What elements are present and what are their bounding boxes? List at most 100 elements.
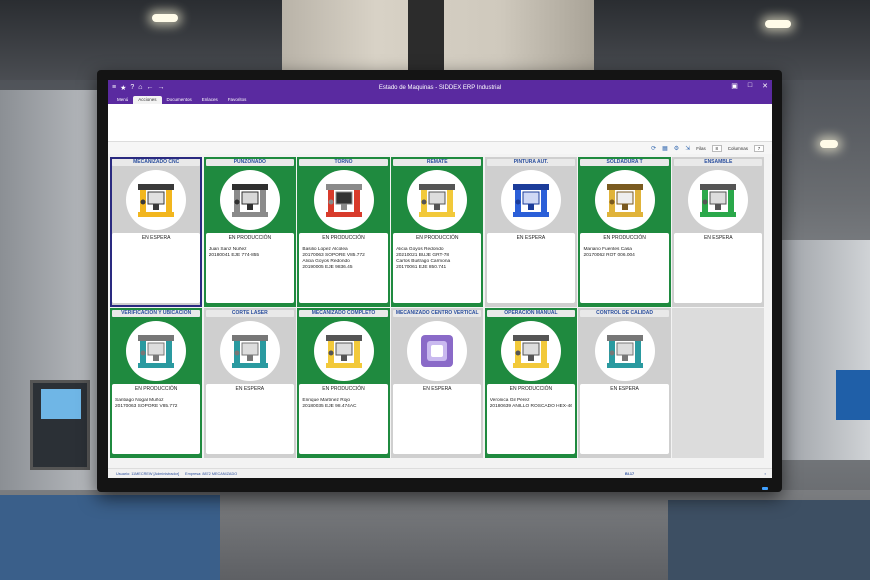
manual-machine-icon xyxy=(500,321,561,382)
punch-machine-icon xyxy=(219,170,280,230)
maximize-icon[interactable]: □ xyxy=(748,82,752,90)
machine-name: VERIFICACIÓN Y UBICACIÓN xyxy=(112,310,201,318)
rows-label: Filas xyxy=(696,145,706,151)
machine-tile[interactable]: MECANIZADO COMPLETO EN PRODUCCIÓN Enrique… xyxy=(297,308,390,459)
machine-tile[interactable]: PINTURA AUT. EN ESPERA xyxy=(484,157,578,307)
machine-info: EN ESPERA xyxy=(112,233,201,303)
machine-status: EN ESPERA xyxy=(422,386,452,393)
machine-info: EN PRODUCCIÓN Juan Sanz Núñez 20180041 EJE… xyxy=(205,233,294,303)
menu-bar: Menú Acciones Documentos Enlaces Favoritos xyxy=(108,95,772,104)
status-company: Empresa: 8872 MECANIZADO xyxy=(185,471,238,476)
black-pipe xyxy=(408,0,444,80)
machine-name: REMATE xyxy=(393,159,482,166)
window-title: Estado de Maquinas - SIDDEX ERP Industri… xyxy=(378,84,502,91)
title-bar: ≡ ★? ⌂ ← → Estado de Maquinas - SIDDEX ERP I… xyxy=(108,80,772,95)
cnc-machine-icon xyxy=(126,170,187,230)
refresh-icon[interactable]: ⟳ xyxy=(651,145,656,152)
machine-status: EN PRODUCCIÓN xyxy=(228,235,272,241)
export-icon[interactable]: ⇲ xyxy=(685,145,690,152)
machine-tile[interactable]: TORNO EN PRODUCCIÓN Basilio Lopez Alcolea… xyxy=(297,157,390,307)
workbench-right xyxy=(668,500,870,580)
cnc-control-panel xyxy=(30,380,90,470)
machine-status: EN PRODUCCIÓN xyxy=(509,386,553,393)
machine-info: EN PRODUCCIÓN Veronica Gil Pérez 20180639 … xyxy=(486,384,576,455)
machine-tile[interactable]: MECANIZADO CNC EN ESPERA xyxy=(110,157,203,307)
machine-tile[interactable]: PUNZONADO EN PRODUCCIÓN Juan Sanz Núñez 20… xyxy=(203,157,296,307)
machine-status: EN PRODUCCIÓN xyxy=(415,235,459,241)
machine-name: CORTE LASER xyxy=(205,310,294,318)
machine-tile[interactable]: CONTROL DE CALIDAD EN ESPERA xyxy=(578,308,671,459)
workbench-left xyxy=(0,495,220,580)
order-line: 20170062 ROT 006.004 xyxy=(583,253,635,258)
blue-bin xyxy=(836,370,870,420)
machine-status: EN ESPERA xyxy=(610,386,639,393)
machine-status: EN PRODUCCIÓN xyxy=(603,235,646,241)
rows-input[interactable]: 8 xyxy=(711,144,722,152)
settings-icon[interactable]: ⚙ xyxy=(674,145,679,152)
menu-item[interactable]: Documentos xyxy=(162,96,197,104)
grid-toolbar: ⟳ ▦ ⚙ ⇲ Filas 8 Columnas 7 xyxy=(108,142,772,154)
complete-machine-icon xyxy=(313,321,374,382)
ceiling-lamp xyxy=(765,20,791,28)
laser-machine-icon xyxy=(219,321,280,382)
order-line: 20170061 EJE 850.741 xyxy=(396,265,447,270)
machine-name: TORNO xyxy=(299,159,388,166)
restore-icon[interactable]: ▣ xyxy=(731,82,738,90)
verify-machine-icon xyxy=(126,321,187,382)
menu-item[interactable]: Favoritos xyxy=(223,96,252,104)
ceiling-lamp xyxy=(152,14,178,22)
menu-item[interactable]: Menú xyxy=(112,96,133,104)
machine-info: EN ESPERA xyxy=(580,384,669,455)
columns-label: Columnas xyxy=(727,145,748,151)
machine-name: PINTURA AUT. xyxy=(486,159,576,166)
machine-tile[interactable]: VERIFICACIÓN Y UBICACIÓN EN PRODUCCIÓN Sa… xyxy=(110,308,203,459)
order-line: 20180639 ANILLO ROSCADO HEX-46 xyxy=(489,404,573,410)
status-user: Usuario: 11MECREW [Administrador] xyxy=(116,471,180,476)
machine-grid: MECANIZADO CNC EN ESPERA PUNZONADO EN PRO… xyxy=(110,157,770,459)
machine-status: EN ESPERA xyxy=(703,235,733,241)
menu-item[interactable]: Acciones xyxy=(133,96,162,104)
empty-slot xyxy=(672,308,765,459)
menu-item[interactable]: Enlaces xyxy=(197,96,223,104)
cnc-machine-left xyxy=(0,90,100,490)
machine-tile[interactable]: ENSAMBLE EN ESPERA xyxy=(672,157,765,307)
order-line: 20180041 EJE 774-855 xyxy=(208,253,260,258)
status-time: BI.17 xyxy=(625,471,635,476)
machine-name: MECANIZADO CENTRO VERTICAL xyxy=(393,310,482,318)
machine-name: SOLDADURA T xyxy=(580,159,669,166)
machine-status: EN ESPERA xyxy=(235,386,265,393)
machine-tile[interactable]: OPERACIÓN MANUAL EN PRODUCCIÓN Veronica G… xyxy=(484,308,578,459)
machine-name: PUNZONADO xyxy=(205,159,294,166)
status-icon: ▪ xyxy=(764,471,766,476)
machine-tile[interactable]: SOLDADURA T EN PRODUCCIÓN Mariano Fuentes… xyxy=(578,157,671,307)
machine-name: MECANIZADO COMPLETO xyxy=(299,310,388,318)
machine-name: ENSAMBLE xyxy=(674,159,763,166)
vertical-machine-icon xyxy=(407,321,468,382)
status-bar: Usuario: 11MECREW [Administrador] Empres… xyxy=(108,468,772,478)
machine-tile[interactable]: CORTE LASER EN ESPERA xyxy=(203,308,296,459)
columns-input[interactable]: 7 xyxy=(754,144,764,152)
machine-status: EN ESPERA xyxy=(141,235,171,241)
machine-status: EN PRODUCCIÓN xyxy=(322,235,365,241)
machine-info: EN PRODUCCIÓN Santiago Nogal Muñoz 2017006… xyxy=(112,384,201,455)
quality-machine-icon xyxy=(594,321,655,382)
grid-view-icon[interactable]: ▦ xyxy=(662,145,668,152)
order-line: 20180035 EJE 98.474AC xyxy=(302,404,357,410)
order-line: 20190005 EJE 9836.45 xyxy=(302,265,353,270)
machine-info: EN ESPERA xyxy=(205,384,294,455)
machine-info: EN ESPERA xyxy=(674,233,763,303)
machine-status: EN PRODUCCIÓN xyxy=(322,386,365,393)
machine-tile[interactable]: MECANIZADO CENTRO VERTICAL EN ESPERA xyxy=(391,308,484,459)
close-icon[interactable]: ✕ xyxy=(762,82,768,90)
assembly-machine-icon xyxy=(688,170,749,230)
weld-machine-icon xyxy=(594,170,655,230)
ceiling-lamp xyxy=(820,140,838,148)
machine-tile[interactable]: REMATE EN PRODUCCIÓN Alicia Goyos Redondo… xyxy=(391,157,484,307)
paint-machine-icon xyxy=(500,170,561,230)
machine-name: MECANIZADO CNC xyxy=(112,159,201,166)
machine-status: EN PRODUCCIÓN xyxy=(134,386,178,393)
machine-info: EN PRODUCCIÓN Mariano Fuentes Casa 2017006… xyxy=(580,233,669,303)
machine-name: OPERACIÓN MANUAL xyxy=(486,310,576,318)
finish-machine-icon xyxy=(407,170,468,230)
machine-info: EN PRODUCCIÓN Basilio Lopez Alcolea 201700… xyxy=(299,233,388,303)
